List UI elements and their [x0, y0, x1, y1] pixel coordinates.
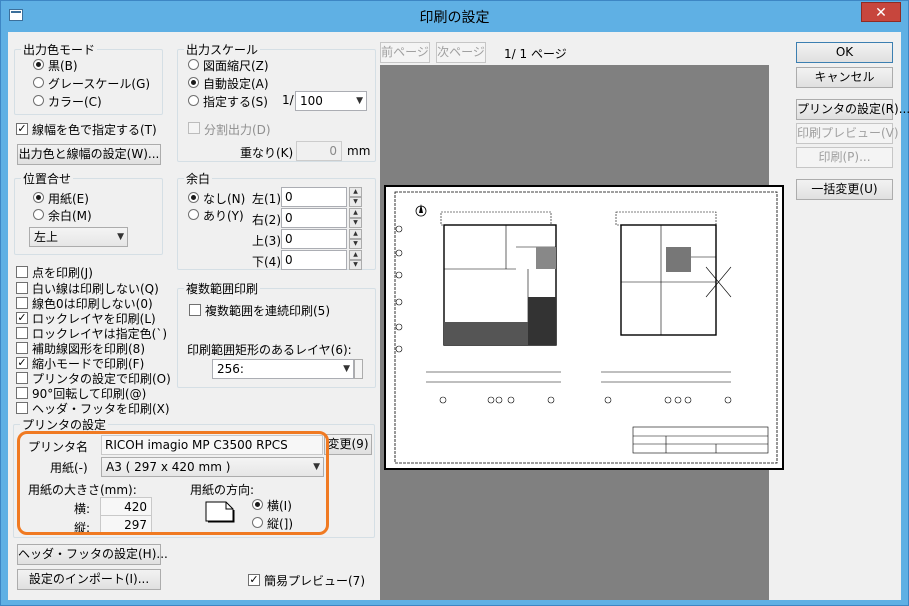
chevron-down-icon: ▼ — [343, 364, 350, 374]
color-color-label: カラー(C) — [48, 95, 102, 109]
scale-auto-radio[interactable] — [188, 77, 199, 88]
printer-change-button[interactable]: 変更(9) — [324, 434, 372, 455]
batch-change-button[interactable]: 一括変更(U) — [796, 179, 893, 200]
multi-range-legend: 複数範囲印刷 — [184, 280, 261, 297]
option-checkbox-9[interactable] — [16, 402, 28, 414]
margin-right-input[interactable]: 0 — [281, 208, 347, 228]
color-gray-label: グレースケール(G) — [48, 77, 151, 91]
option-checkbox-6[interactable]: ✓ — [16, 357, 28, 369]
margin-yes-radio[interactable] — [188, 209, 199, 220]
option-checkbox-4[interactable] — [16, 327, 28, 339]
next-page-button[interactable]: 次ページ — [436, 42, 486, 63]
print-preview-button[interactable]: 印刷プレビュー(V) — [796, 123, 899, 144]
ok-button[interactable]: OK — [796, 42, 893, 63]
option-checkbox-5[interactable] — [16, 342, 28, 354]
option-checkbox-7[interactable] — [16, 372, 28, 384]
color-color-radio[interactable] — [33, 95, 44, 106]
dialog-client: 出力色モード 黒(B) グレースケール(G) カラー(C) 出力スケール 図面縮… — [8, 32, 909, 600]
margin-left-input[interactable]: 0 — [281, 187, 347, 207]
option-label-9: ヘッダ・フッタを印刷(X) — [32, 402, 170, 416]
scale-auto-label: 自動設定(A) — [203, 77, 269, 91]
range-layer-picker-button[interactable] — [354, 359, 363, 379]
scale-custom-radio[interactable] — [188, 95, 199, 106]
color-black-label: 黒(B) — [48, 59, 78, 73]
option-checkbox-1[interactable] — [16, 282, 28, 294]
option-label-0: 点を印刷(J) — [32, 266, 93, 280]
align-margin-label: 余白(M) — [48, 209, 92, 223]
output-color-legend: 出力色モード — [21, 41, 98, 58]
split-output-label: 分割出力(D) — [204, 123, 271, 137]
printer-settings-highlight — [17, 431, 329, 535]
header-footer-settings-button[interactable]: ヘッダ・フッタの設定(H)... — [17, 544, 168, 565]
align-position-select[interactable]: 左上 ▼ — [29, 227, 128, 247]
margin-top-spinner[interactable]: ▲ ▼ — [349, 229, 362, 249]
print-settings-window: 印刷の設定 ✕ 出力色モード 黒(B) グレースケール(G) カラー(C) 出力… — [0, 0, 909, 606]
print-button[interactable]: 印刷(P)... — [796, 147, 893, 168]
line-color-label: 線幅を色で指定する(T) — [32, 123, 157, 137]
simple-preview-checkbox[interactable]: ✓ — [248, 574, 260, 586]
margin-legend: 余白 — [184, 170, 213, 187]
continuous-print-checkbox[interactable] — [189, 304, 201, 316]
overlap-label: 重なり(K) — [240, 146, 294, 160]
option-checkbox-8[interactable] — [16, 387, 28, 399]
scale-drawing-label: 図面縮尺(Z) — [203, 59, 269, 73]
align-position-value: 左上 — [34, 230, 59, 244]
import-settings-button[interactable]: 設定のインポート(I)... — [17, 569, 161, 590]
output-scale-legend: 出力スケール — [184, 41, 261, 58]
preview-paper — [384, 185, 784, 470]
chevron-down-icon: ▼ — [356, 96, 363, 106]
margin-none-radio[interactable] — [188, 192, 199, 203]
scale-drawing-radio[interactable] — [188, 59, 199, 70]
north-arrow-icon — [415, 204, 427, 217]
range-layer-select[interactable]: 256: ▼ — [212, 359, 354, 379]
page-info: 1/ 1 ページ — [504, 47, 567, 61]
option-checkbox-0[interactable] — [16, 266, 28, 278]
cancel-button[interactable]: キャンセル — [796, 67, 893, 88]
align-paper-label: 用紙(E) — [48, 192, 89, 206]
margin-top-input[interactable]: 0 — [281, 229, 347, 249]
margin-right-spinner[interactable]: ▲ ▼ — [349, 208, 362, 228]
option-checkbox-3[interactable]: ✓ — [16, 312, 28, 324]
prev-page-button[interactable]: 前ページ — [380, 42, 430, 63]
scale-ratio-value: 100 — [300, 94, 323, 108]
margin-bottom-label: 下(4) — [252, 255, 281, 269]
align-paper-radio[interactable] — [33, 192, 44, 203]
margin-bottom-spinner[interactable]: ▲ ▼ — [349, 250, 362, 270]
color-black-radio[interactable] — [33, 59, 44, 70]
scale-custom-label: 指定する(S) — [203, 95, 268, 109]
scale-ratio-select[interactable]: 100 ▼ — [295, 91, 367, 111]
window-title: 印刷の設定 — [419, 10, 490, 26]
margin-yes-label: あり(Y) — [203, 209, 244, 223]
printer-settings-button[interactable]: プリンタの設定(R)... — [796, 99, 909, 120]
simple-preview-label: 簡易プレビュー(7) — [264, 574, 365, 588]
split-output-checkbox[interactable] — [188, 122, 200, 134]
margin-bottom-input[interactable]: 0 — [281, 250, 347, 270]
print-preview-area — [380, 65, 784, 600]
overlap-input[interactable]: 0 — [296, 141, 342, 161]
floor-plan-drawing — [394, 191, 778, 464]
continuous-print-label: 複数範囲を連続印刷(5) — [205, 304, 330, 318]
scale-ratio-prefix: 1/ — [282, 93, 294, 107]
color-gray-radio[interactable] — [33, 77, 44, 88]
align-margin-radio[interactable] — [33, 209, 44, 220]
option-checkbox-2[interactable] — [16, 297, 28, 309]
overlap-unit: mm — [347, 144, 371, 158]
color-width-settings-button[interactable]: 出力色と線幅の設定(W)... — [17, 144, 161, 165]
chevron-down-icon: ▼ — [117, 232, 124, 242]
alignment-legend: 位置合せ — [21, 170, 74, 187]
margin-left-spinner[interactable]: ▲ ▼ — [349, 187, 362, 207]
margin-right-label: 右(2) — [252, 213, 281, 227]
range-layer-value: 256: — [217, 362, 244, 376]
range-layer-label: 印刷範囲矩形のあるレイヤ(6): — [187, 343, 352, 357]
line-color-checkbox[interactable]: ✓ — [16, 123, 28, 135]
title-bar: 印刷の設定 ✕ — [1, 1, 908, 32]
margin-top-label: 上(3) — [252, 234, 281, 248]
margin-none-label: なし(N) — [203, 192, 246, 206]
close-button[interactable]: ✕ — [861, 2, 901, 22]
margin-left-label: 左(1) — [252, 192, 281, 206]
